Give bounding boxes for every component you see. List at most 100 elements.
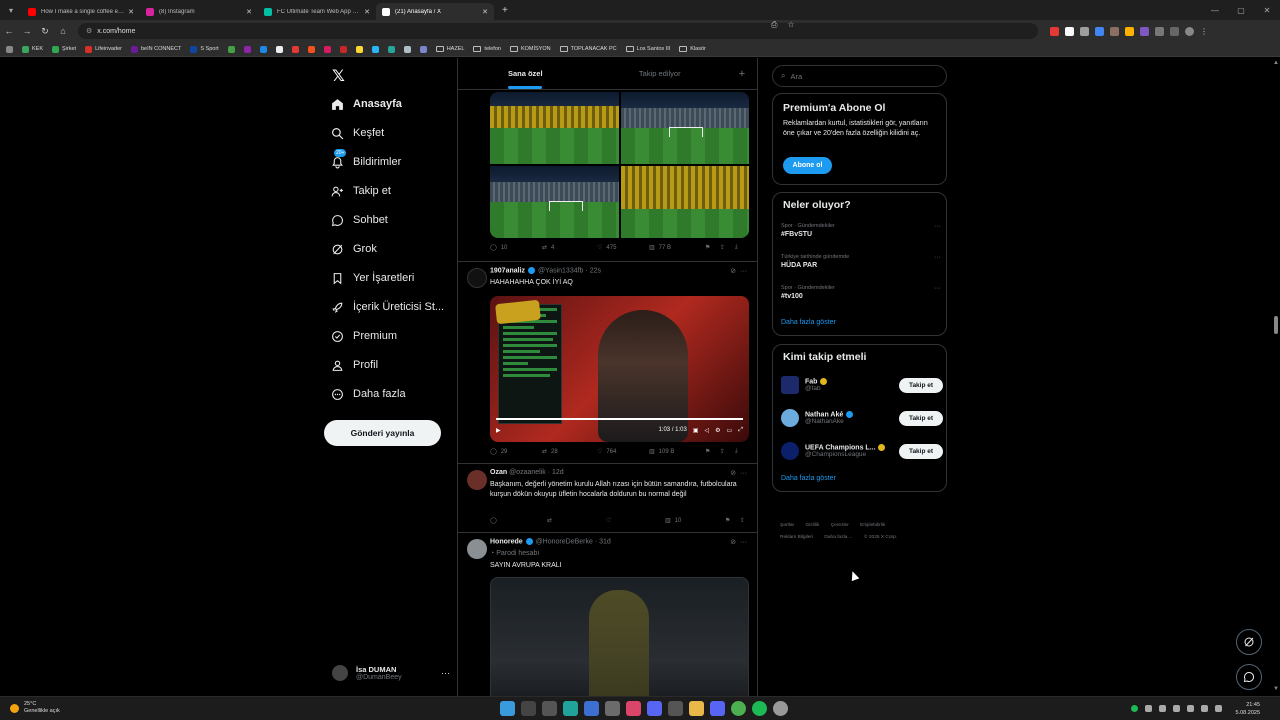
bookmark-button[interactable]: ⚑ [705, 244, 720, 251]
download-button[interactable]: ⤓ [735, 244, 738, 251]
browser-tab-active[interactable]: (21) Anasayfa / X ✕ [376, 3, 494, 20]
follow-suggestion[interactable]: Fab @fab Takip et [781, 373, 943, 397]
download-button[interactable]: ⤓ [735, 448, 738, 455]
settings-icon[interactable]: ⚙ [715, 427, 720, 434]
tab-search-icon[interactable]: ▾ [0, 0, 22, 20]
volume-icon[interactable] [1201, 705, 1208, 712]
edge-icon[interactable] [563, 701, 578, 716]
store-icon[interactable] [668, 701, 683, 716]
x-logo-icon[interactable]: 𝕏 [332, 66, 345, 86]
maximize-icon[interactable]: ▢ [1228, 0, 1254, 20]
chrome-icon[interactable] [731, 701, 746, 716]
retweet-button[interactable]: ⇄ [547, 517, 606, 524]
folder-hazel[interactable]: HAZEL [435, 46, 464, 52]
bookmark-button[interactable]: ⚑ [705, 448, 720, 455]
extension-icon[interactable] [1125, 26, 1134, 36]
retweet-button[interactable]: ⇄ 4 [542, 244, 597, 252]
bookmark-icon[interactable] [227, 45, 235, 53]
task-view-icon[interactable] [542, 701, 557, 716]
more-dots-icon[interactable]: ··· [934, 285, 941, 292]
grok-icon[interactable]: ⊘ [730, 470, 736, 477]
folder-toplanacak[interactable]: TOPLANACAK PC [559, 46, 617, 52]
bookmark-lifeinvader[interactable]: Lifeinvader [85, 45, 122, 53]
more-dots-icon[interactable]: ··· [740, 268, 747, 275]
extension-icon[interactable] [1065, 26, 1074, 36]
nav-premium[interactable]: Premium [330, 325, 397, 347]
puzzle-icon[interactable] [1155, 26, 1164, 36]
forward-icon[interactable]: → [18, 26, 36, 36]
share-button[interactable]: ⇪ [720, 244, 735, 251]
folder-klasor[interactable]: Klasör [679, 46, 706, 52]
nav-grok[interactable]: Grok [330, 238, 377, 260]
folder-komisyon[interactable]: KOMİSYON [509, 46, 551, 52]
footer-link[interactable]: Çerezler [831, 523, 849, 528]
network-icon[interactable] [1187, 705, 1194, 712]
close-icon[interactable]: ✕ [128, 8, 134, 16]
views-button[interactable]: ▥ 10 [665, 517, 725, 525]
reply-button[interactable]: ◯ [490, 517, 547, 524]
minimize-icon[interactable]: — [1202, 0, 1228, 20]
clock[interactable]: 21:45 5.08.2025 [1236, 701, 1260, 717]
weather-widget[interactable]: 25°C Genellikle açık [10, 701, 60, 715]
more-dots-icon[interactable]: ··· [441, 668, 450, 678]
footer-link[interactable]: Şartlar [780, 523, 794, 528]
bookmark-icon[interactable] [323, 45, 331, 53]
bookmark-icon[interactable] [339, 45, 347, 53]
search-icon[interactable] [521, 701, 536, 716]
extension-icon[interactable] [1140, 26, 1149, 36]
bookmark-bein[interactable]: beIN CONNECT [131, 45, 181, 53]
app-icon[interactable] [605, 701, 620, 716]
discord-icon[interactable] [710, 701, 725, 716]
fullscreen-icon[interactable]: ⤢ [738, 427, 743, 434]
trends-show-more[interactable]: Daha fazla göster [781, 319, 836, 326]
windows-start-icon[interactable] [500, 701, 515, 716]
more-dots-icon[interactable]: ··· [934, 223, 941, 230]
bookmark-icon[interactable] [275, 45, 283, 53]
tray-icon[interactable] [1173, 705, 1180, 712]
bookmark-icon[interactable] [387, 45, 395, 53]
views-button[interactable]: ▥ 77 B [649, 244, 705, 252]
views-button[interactable]: ▥ 109 B [649, 448, 705, 456]
home-button-icon[interactable]: ⌂ [54, 26, 72, 36]
bookmark-icon[interactable] [419, 45, 427, 53]
tweet-image[interactable] [620, 92, 749, 164]
close-icon[interactable]: ✕ [246, 8, 252, 16]
close-icon[interactable]: ✕ [482, 8, 488, 16]
folder-los-santos[interactable]: Los Santos III [625, 46, 670, 52]
nav-notifications[interactable]: 20+ Bildirimler [330, 149, 401, 173]
reply-button[interactable]: ◯ 29 [490, 448, 542, 456]
avatar[interactable] [467, 268, 487, 288]
tray-icon[interactable] [1131, 705, 1138, 712]
subscribe-button[interactable]: Abone ol [783, 157, 832, 174]
grok-float-button[interactable] [1236, 629, 1262, 655]
bookmark-icon[interactable] [243, 45, 251, 53]
like-button[interactable]: ♡ 475 [597, 244, 649, 252]
nav-creator-studio[interactable]: İçerik Üreticisi St... [330, 296, 444, 318]
nav-more[interactable]: Daha fazla [330, 383, 406, 405]
tab-following[interactable]: Takip edilyor [593, 58, 728, 89]
grok-icon[interactable]: ⊘ [730, 539, 736, 546]
like-button[interactable]: ♡ 764 [597, 448, 649, 456]
follow-suggestion[interactable]: UEFA Champions L... @ChampionsLeague Tak… [781, 439, 943, 463]
bookmark-icon[interactable] [307, 45, 315, 53]
scroll-down-icon[interactable]: ▼ [1273, 686, 1279, 692]
play-icon[interactable]: ▶ [496, 427, 501, 434]
extension-icon[interactable] [1095, 26, 1104, 36]
apps-icon[interactable] [6, 45, 13, 53]
bookmark-sirket[interactable]: Şirket [52, 45, 76, 53]
app-icon[interactable] [584, 701, 599, 716]
bookmark-button[interactable]: ⚑ [725, 517, 740, 524]
bookmark-icon[interactable] [403, 45, 411, 53]
footer-link[interactable]: Erişilebilirlik [860, 523, 885, 528]
bookmark-icon[interactable] [371, 45, 379, 53]
trend-item[interactable]: Spor · Gündemdekiler #FBvSTU ··· [781, 223, 941, 238]
nav-follow[interactable]: Takip et [330, 180, 391, 202]
new-tab-icon[interactable]: + [502, 5, 508, 16]
bookmark-icon[interactable] [259, 45, 267, 53]
reload-icon[interactable]: ↻ [36, 26, 54, 37]
like-button[interactable]: ♡ [606, 517, 665, 524]
share-button[interactable]: ⇪ [720, 448, 735, 455]
follow-show-more[interactable]: Daha fazla göster [781, 475, 836, 482]
follow-button[interactable]: Takip et [899, 443, 943, 459]
video-progress-bar[interactable] [496, 418, 743, 420]
